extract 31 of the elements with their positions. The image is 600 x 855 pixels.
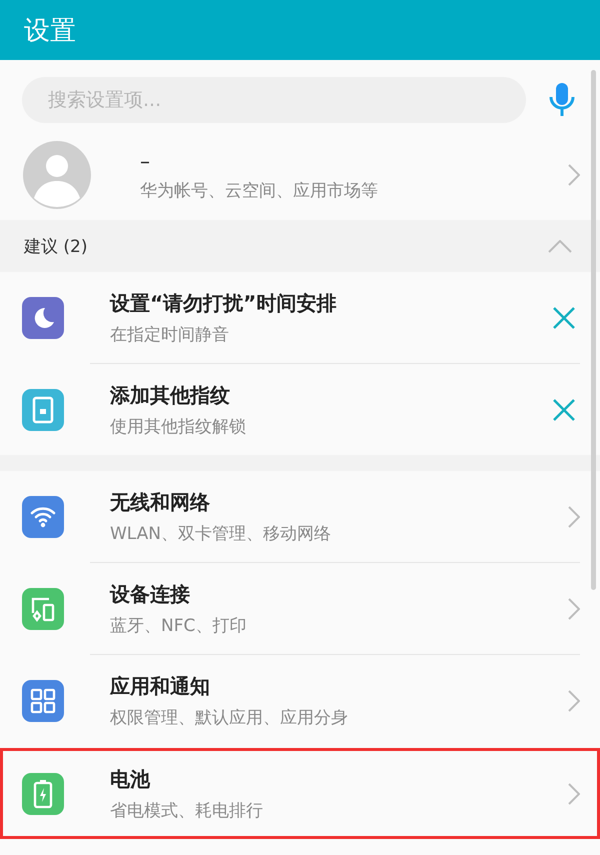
settings-title: 应用和通知: [110, 672, 211, 700]
chevron-up-icon[interactable]: [548, 240, 572, 252]
settings-item[interactable]: 应用和通知 权限管理、默认应用、应用分身: [0, 655, 600, 746]
suggestion-title: 设置“请勿打扰”时间安排: [110, 290, 338, 316]
settings-subtitle: WLAN、双卡管理、移动网络: [110, 522, 332, 544]
chevron-right-icon: [568, 782, 580, 804]
settings-subtitle: 权限管理、默认应用、应用分身: [110, 706, 349, 728]
avatar-icon[interactable]: [22, 140, 92, 210]
chevron-right-icon: [568, 164, 580, 186]
settings-subtitle: 省电模式、耗电排行: [110, 800, 264, 822]
search-field[interactable]: 搜索设置项...: [22, 77, 526, 123]
suggestion-subtitle: 使用其他指纹解锁: [110, 416, 247, 438]
settings-title: 电池: [110, 766, 152, 792]
settings-item[interactable]: 设备连接 蓝牙、NFC、打印: [0, 563, 600, 654]
suggestion-title: 添加其他指纹: [110, 382, 231, 408]
scrollbar[interactable]: [591, 70, 596, 590]
settings-title: 设备连接: [110, 580, 191, 608]
section-title: 建议 (2): [24, 236, 88, 258]
page-title: 设置: [24, 14, 76, 48]
suggestion-item[interactable]: 设置“请勿打扰”时间安排 在指定时间静音: [0, 272, 600, 363]
settings-subtitle: 蓝牙、NFC、打印: [110, 614, 248, 636]
suggestion-item[interactable]: 添加其他指纹 使用其他指纹解锁: [0, 364, 600, 455]
settings-item[interactable]: 无线和网络 WLAN、双卡管理、移动网络: [0, 471, 600, 562]
highlighted-settings-item[interactable]: 电池 省电模式、耗电排行: [0, 748, 600, 839]
account-name: –: [140, 148, 151, 172]
chevron-right-icon: [568, 506, 580, 528]
suggestion-subtitle: 在指定时间静音: [110, 324, 230, 346]
account-subtitle: 华为帐号、云空间、应用市场等: [140, 180, 379, 202]
chevron-right-icon: [568, 690, 580, 712]
settings-title: 无线和网络: [110, 488, 211, 516]
chevron-right-icon: [568, 598, 580, 620]
